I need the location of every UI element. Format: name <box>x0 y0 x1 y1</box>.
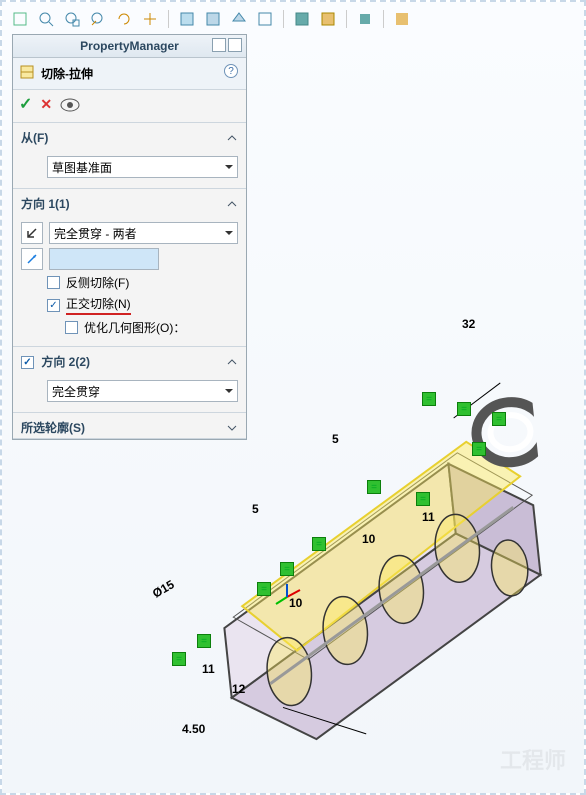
ok-cancel-row: ✓ ✕ <box>13 90 246 123</box>
dropdown-arrow-icon <box>225 165 233 173</box>
origin-triad <box>272 582 302 615</box>
dim-450: 4.50 <box>182 722 205 736</box>
feature-name: 切除-拉伸 <box>41 65 93 82</box>
panel-title: PropertyManager <box>80 39 179 53</box>
section-contours-label: 所选轮廓(S) <box>21 419 85 436</box>
relation-symbol <box>280 562 294 576</box>
relation-symbol <box>472 442 486 456</box>
dim-5a: 5 <box>332 432 339 446</box>
reverse-direction-button[interactable] <box>21 222 43 244</box>
section-from-header[interactable]: 从(F) <box>13 123 246 148</box>
chevron-up-icon <box>226 132 238 144</box>
detailed-preview-icon[interactable] <box>60 98 78 110</box>
dir2-end-condition-select[interactable]: 完全贯穿 <box>47 380 238 402</box>
zoom-area-icon[interactable] <box>64 11 80 27</box>
relation-symbol <box>416 492 430 506</box>
pan-icon[interactable] <box>142 11 158 27</box>
display-style-icon[interactable] <box>205 11 221 27</box>
feature-header: 切除-拉伸 ? <box>13 58 246 90</box>
section-contours-header[interactable]: 所选轮廓(S) <box>13 413 246 438</box>
relation-symbol <box>422 392 436 406</box>
section-dir2: 方向 2(2) 完全贯穿 <box>13 347 246 413</box>
shaded-icon[interactable] <box>294 11 310 27</box>
dim-12: 12 <box>232 682 245 696</box>
panel-title-bar: PropertyManager <box>13 35 246 58</box>
rotate-icon[interactable] <box>116 11 132 27</box>
relation-symbol <box>492 412 506 426</box>
toolbar-separator <box>168 10 169 28</box>
dim-10a: 10 <box>362 532 375 546</box>
dir1-end-condition-value: 完全贯穿 - 两者 <box>54 225 137 242</box>
dir2-end-condition-value: 完全贯穿 <box>52 383 100 400</box>
dropdown-arrow-icon <box>225 231 233 239</box>
shaded-edges-icon[interactable] <box>320 11 336 27</box>
toolbar-separator <box>383 10 384 28</box>
toolbar-separator <box>283 10 284 28</box>
flip-side-label: 反侧切除(F) <box>66 274 129 291</box>
scene-icon[interactable] <box>394 11 410 27</box>
view-orientation-icon[interactable] <box>12 11 28 27</box>
chevron-up-icon <box>226 356 238 368</box>
optimize-geometry-label: 优化几何图形(O)： <box>84 319 185 336</box>
perspective-icon[interactable] <box>231 11 247 27</box>
toolbar-separator <box>346 10 347 28</box>
section-dir1: 方向 1(1) 完全贯穿 - 两者 反侧切除(F) <box>13 189 246 347</box>
shadow-icon[interactable] <box>357 11 373 27</box>
direction-vector-button[interactable] <box>21 248 43 270</box>
optimize-geometry-checkbox[interactable] <box>65 321 78 334</box>
normal-cut-label: 正交切除(N) <box>66 295 131 315</box>
dim-32: 32 <box>462 317 475 331</box>
section-from-label: 从(F) <box>21 129 48 146</box>
zoom-fit-icon[interactable] <box>38 11 54 27</box>
chevron-down-icon <box>226 422 238 434</box>
flip-side-checkbox[interactable] <box>47 276 60 289</box>
dir1-end-condition-select[interactable]: 完全贯穿 - 两者 <box>49 222 238 244</box>
dropdown-arrow-icon <box>225 389 233 397</box>
cancel-button[interactable]: ✕ <box>40 96 52 113</box>
dir2-enable-checkbox[interactable] <box>21 356 34 369</box>
section-from: 从(F) 草图基准面 <box>13 123 246 189</box>
section-dir1-label: 方向 1(1) <box>21 195 70 212</box>
section-dir2-header[interactable]: 方向 2(2) <box>13 347 246 372</box>
wireframe-icon[interactable] <box>257 11 273 27</box>
direction-vector-input[interactable] <box>49 248 159 270</box>
ok-button[interactable]: ✓ <box>19 94 32 114</box>
help-icon[interactable]: ? <box>224 64 238 78</box>
flyout-icon[interactable] <box>228 38 242 52</box>
section-dir1-header[interactable]: 方向 1(1) <box>13 189 246 214</box>
normal-cut-checkbox[interactable] <box>47 299 60 312</box>
property-manager-panel: PropertyManager 切除-拉伸 ? ✓ ✕ 从(F) 草图基准面 <box>12 34 247 440</box>
from-select[interactable]: 草图基准面 <box>47 156 238 178</box>
zoom-prev-icon[interactable] <box>90 11 106 27</box>
from-select-value: 草图基准面 <box>52 159 112 176</box>
section-view-icon[interactable] <box>179 11 195 27</box>
relation-symbol <box>367 480 381 494</box>
relation-symbol <box>197 634 211 648</box>
dim-5b: 5 <box>252 502 259 516</box>
pushpin-icon[interactable] <box>212 38 226 52</box>
relation-symbol <box>257 582 271 596</box>
cut-extrude-icon <box>19 64 35 83</box>
section-contours: 所选轮廓(S) <box>13 413 246 439</box>
relation-symbol <box>172 652 186 666</box>
dim-11b: 11 <box>202 662 215 676</box>
heads-up-toolbar <box>12 6 574 32</box>
section-dir2-label: 方向 2(2) <box>41 355 90 369</box>
dim-11a: 11 <box>422 510 435 524</box>
chevron-up-icon <box>226 198 238 210</box>
relation-symbol <box>312 537 326 551</box>
relation-symbol <box>457 402 471 416</box>
